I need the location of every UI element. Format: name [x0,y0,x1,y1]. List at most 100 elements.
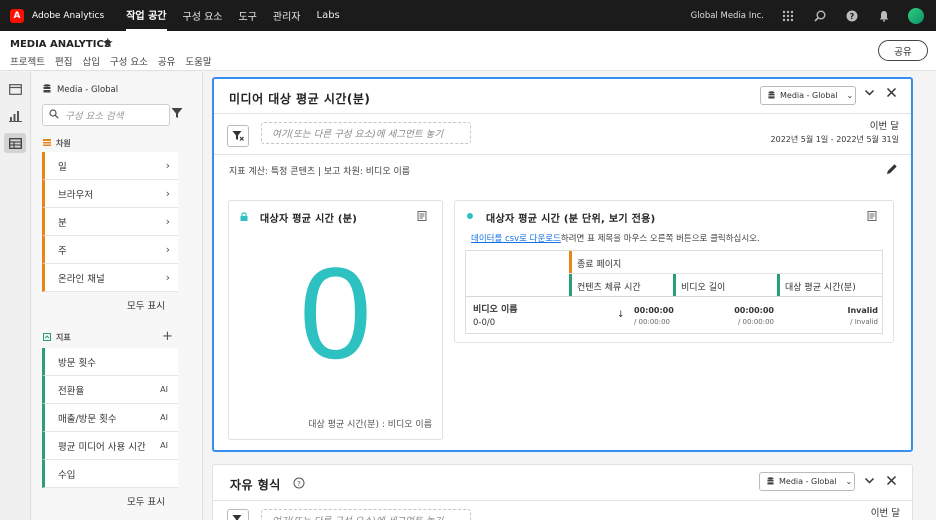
help-icon[interactable]: ? [844,8,860,24]
summary-card-title[interactable]: 대상자 평균 시간 (분) [260,210,357,225]
segment-drop-zone[interactable]: 여기(또는 다른 구성 요소)에 세그먼트 놓기 [261,122,471,144]
app-name[interactable]: Adobe Analytics [32,11,104,21]
segment-header[interactable]: 종료 페이지 [577,257,621,270]
adobe-logo-icon[interactable]: A [10,8,24,23]
cell-value: Invalid [847,306,879,315]
dimension-item-online-channel[interactable]: 온라인 채널 › [42,264,178,292]
panel-title[interactable]: 미디어 대상 평균 시간(분) [229,90,370,107]
date-range-dates: 2022년 5월 1일 - 2022년 5월 31일 [770,135,899,144]
metric-label: 수입 [58,469,76,481]
metric-item-conversion-rate[interactable]: 전환율 AI [42,376,178,404]
segment-filter-icon[interactable] [227,125,249,147]
svg-text:?: ? [850,12,855,21]
download-csv-link[interactable]: 데이터를 csv로 다운로드 [471,234,561,244]
search-icon[interactable] [812,8,828,24]
media-audience-panel[interactable]: 미디어 대상 평균 시간(분) Media - Global ⌄ 여기(또는 다… [212,77,913,452]
org-name[interactable]: Global Media Inc. [691,11,764,21]
ai-icon: AI [160,441,168,450]
nav-labs[interactable]: Labs [317,0,340,31]
row-header[interactable]: 비디오 이름 [473,302,518,315]
date-range[interactable]: 이번 달 [871,507,900,520]
download-hint: 데이터를 csv로 다운로드하려면 표 제목을 마우스 오른쪽 버튼으로 클릭하… [471,232,760,244]
dimension-label: 온라인 채널 [58,273,105,285]
metric-item-revenue-per-visit[interactable]: 매출/방문 횟수 AI [42,404,178,432]
metric-bar [777,274,780,296]
chevron-right-icon[interactable]: › [166,187,170,200]
panel-title[interactable]: 자유 형식 [230,476,281,493]
chevron-right-icon[interactable]: › [166,271,170,284]
dimension-item-minute[interactable]: 분 › [42,208,178,236]
close-panel-icon[interactable] [886,87,897,101]
cell-value: 00:00:00 [734,306,774,315]
metric-list: 방문 횟수 전환율 AI 매출/방문 횟수 AI 평균 미디어 사용 시간 AI 수입 [42,348,178,488]
add-metric-icon[interactable]: + [162,329,173,344]
column-header[interactable]: 대상 평균 시간(분) [785,280,856,293]
metric-item-avg-media-time[interactable]: 평균 미디어 사용 시간 AI [42,432,178,460]
close-panel-icon[interactable] [886,475,897,489]
metric-item-revenue[interactable]: 수입 [42,460,178,488]
table-card-title[interactable]: 대상자 평균 시간 (분 단위, 보기 전용) [486,210,656,225]
share-button[interactable]: 공유 [878,40,928,61]
project-title[interactable]: MEDIA ANALYTICS [10,39,111,50]
column-header[interactable]: 컨텐츠 체류 시간 [577,280,641,293]
chevron-down-icon: ⌄ [845,477,853,486]
dimension-item-browser[interactable]: 브라우저 › [42,180,178,208]
segment-filter-icon[interactable] [227,509,249,520]
collapse-panel-icon[interactable] [864,87,875,101]
components-icon[interactable] [4,133,26,153]
collapse-panel-icon[interactable] [864,475,875,489]
dimension-item-week[interactable]: 주 › [42,236,178,264]
menu-edit[interactable]: 편집 [55,54,72,68]
filter-icon[interactable] [171,107,183,123]
edit-pencil-icon[interactable] [886,163,898,178]
nav-tools[interactable]: 도구 [238,0,256,31]
components-panel: Media - Global 구성 요소 검색 차원 일 › 브라우저 › 분 › 주… [32,72,203,520]
freeform-table-card[interactable]: 대상자 평균 시간 (분 단위, 보기 전용) 데이터를 csv로 다운로드하려… [454,200,894,343]
summary-number-card[interactable]: 대상자 평균 시간 (분) 0 대상 평균 시간(분) : 비디오 이름 [228,200,443,440]
metric-icon [43,332,51,343]
nav-admin[interactable]: 관리자 [273,0,301,31]
search-icon [49,108,59,122]
nav-workspace[interactable]: 작업 공간 [126,0,167,31]
chevron-right-icon[interactable]: › [166,159,170,172]
chevron-right-icon[interactable]: › [166,243,170,256]
metric-item-visits[interactable]: 방문 횟수 [42,348,178,376]
avatar[interactable] [908,7,924,24]
apps-grid-icon[interactable] [780,8,796,24]
freeform-panel[interactable]: 자유 형식 ? Media - Global ⌄ 여기(또는 다른 구성 요소)… [212,464,913,520]
menu-share[interactable]: 공유 [158,54,175,68]
divider [214,154,911,155]
segment-drop-zone[interactable]: 여기(또는 다른 구성 요소)에 세그먼트 놓기 [261,509,471,520]
dimension-list: 일 › 브라우저 › 분 › 주 › 온라인 채널 › [42,152,178,292]
cell-subvalue: / Invalid [850,318,878,326]
svg-text:?: ? [297,480,301,488]
bell-icon[interactable] [876,8,892,24]
visualizations-icon[interactable] [4,106,26,126]
panels-icon[interactable] [4,79,26,99]
component-search-input[interactable]: 구성 요소 검색 [42,104,170,126]
panel-description: 지표 계산: 특정 콘텐츠 | 보고 차원: 비디오 이름 [229,167,411,177]
card-menu-icon[interactable] [417,211,427,224]
info-icon[interactable]: ? [293,477,305,492]
show-all-dimensions-link[interactable]: 모두 표시 [127,298,165,312]
report-suite-dropdown[interactable]: Media - Global ⌄ [760,86,856,105]
dimension-item-day[interactable]: 일 › [42,152,178,180]
report-suite-selector[interactable]: Media - Global [43,84,118,96]
data-table: 종료 페이지 컨텐츠 체류 시간 비디오 길이 대상 평균 시간(분) 비디오 … [465,250,883,334]
report-suite-dropdown[interactable]: Media - Global ⌄ [759,472,855,491]
show-all-metrics-link[interactable]: 모두 표시 [127,494,165,508]
card-menu-icon[interactable] [867,211,877,224]
download-hint-text: 하려면 표 제목을 마우스 오른쪽 버튼으로 클릭하십시오. [560,234,760,244]
menu-project[interactable]: 프로젝트 [10,54,45,68]
menu-help[interactable]: 도움말 [185,54,211,68]
menu-insert[interactable]: 삽입 [82,54,99,68]
top-nav: A Adobe Analytics 작업 공간 구성 요소 도구 관리자 Lab… [0,0,936,31]
nav-components[interactable]: 구성 요소 [183,0,223,31]
divider [213,500,912,501]
metric-label: 방문 횟수 [58,357,96,369]
menu-components[interactable]: 구성 요소 [110,54,148,68]
date-range[interactable]: 이번 달 2022년 5월 1일 - 2022년 5월 31일 [771,120,899,146]
star-icon[interactable]: ★ [102,36,114,51]
chevron-right-icon[interactable]: › [166,215,170,228]
column-header[interactable]: 비디오 길이 [681,280,725,293]
